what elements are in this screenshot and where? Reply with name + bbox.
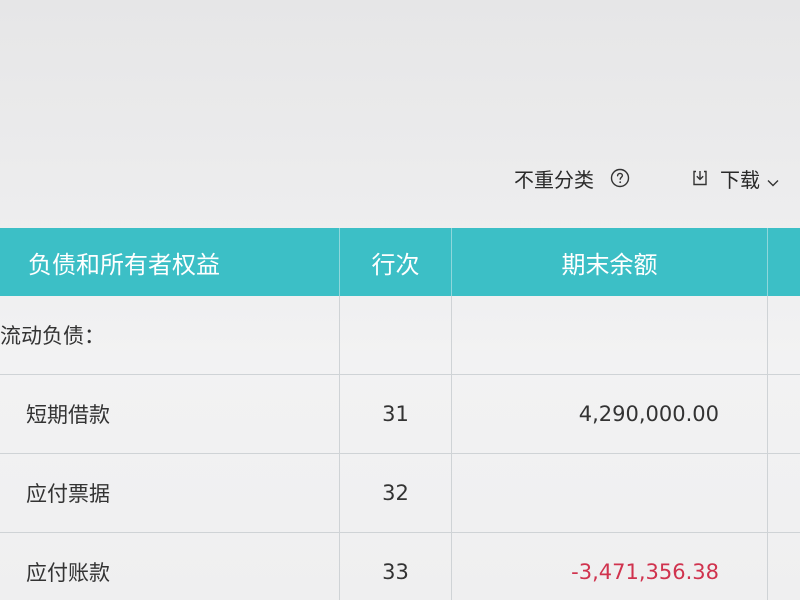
download-label: 下载 <box>720 167 760 192</box>
row-amount <box>452 454 768 532</box>
row-line: 33 <box>340 533 452 600</box>
row-name: 短期借款 <box>0 375 340 453</box>
row-extra <box>768 533 800 600</box>
row-amount: -3,471,356.38 <box>452 533 768 600</box>
table-row: 短期借款 31 4,290,000.00 <box>0 375 800 454</box>
row-extra <box>768 296 800 374</box>
toolbar: 不重分类 下载 <box>514 158 780 198</box>
header-line-number: 行次 <box>340 228 452 296</box>
balance-sheet-table: 负债和所有者权益 行次 期末余额 流动负债： 短期借款 31 4,290,000… <box>0 228 800 600</box>
screen: 不重分类 下载 负债和所有者权益 行次 期末余额 流动负债： 短期借款 31 4… <box>0 0 800 600</box>
table-row: 应付账款 33 -3,471,356.38 <box>0 533 800 600</box>
row-amount: 4,290,000.00 <box>452 375 768 453</box>
download-icon <box>690 168 710 188</box>
no-reclassify-toggle[interactable]: 不重分类 <box>514 164 630 193</box>
row-line: 31 <box>340 375 452 453</box>
header-ending-balance: 期末余额 <box>452 228 768 296</box>
table-row: 应付票据 32 <box>0 454 800 533</box>
row-line <box>340 296 452 374</box>
row-name: 应付票据 <box>0 454 340 532</box>
row-extra <box>768 454 800 532</box>
help-circle-icon[interactable] <box>610 168 630 188</box>
row-name: 应付账款 <box>0 533 340 600</box>
row-amount <box>452 296 768 374</box>
download-button[interactable]: 下载 <box>690 164 780 193</box>
table-row: 流动负债： <box>0 296 800 375</box>
chevron-down-icon <box>766 171 780 187</box>
row-name: 流动负债： <box>0 296 340 374</box>
table-header: 负债和所有者权益 行次 期末余额 <box>0 228 800 296</box>
row-line: 32 <box>340 454 452 532</box>
no-reclassify-label: 不重分类 <box>514 167 594 192</box>
header-extra-column <box>768 228 800 296</box>
row-extra <box>768 375 800 453</box>
header-liabilities-equity: 负债和所有者权益 <box>0 228 340 296</box>
